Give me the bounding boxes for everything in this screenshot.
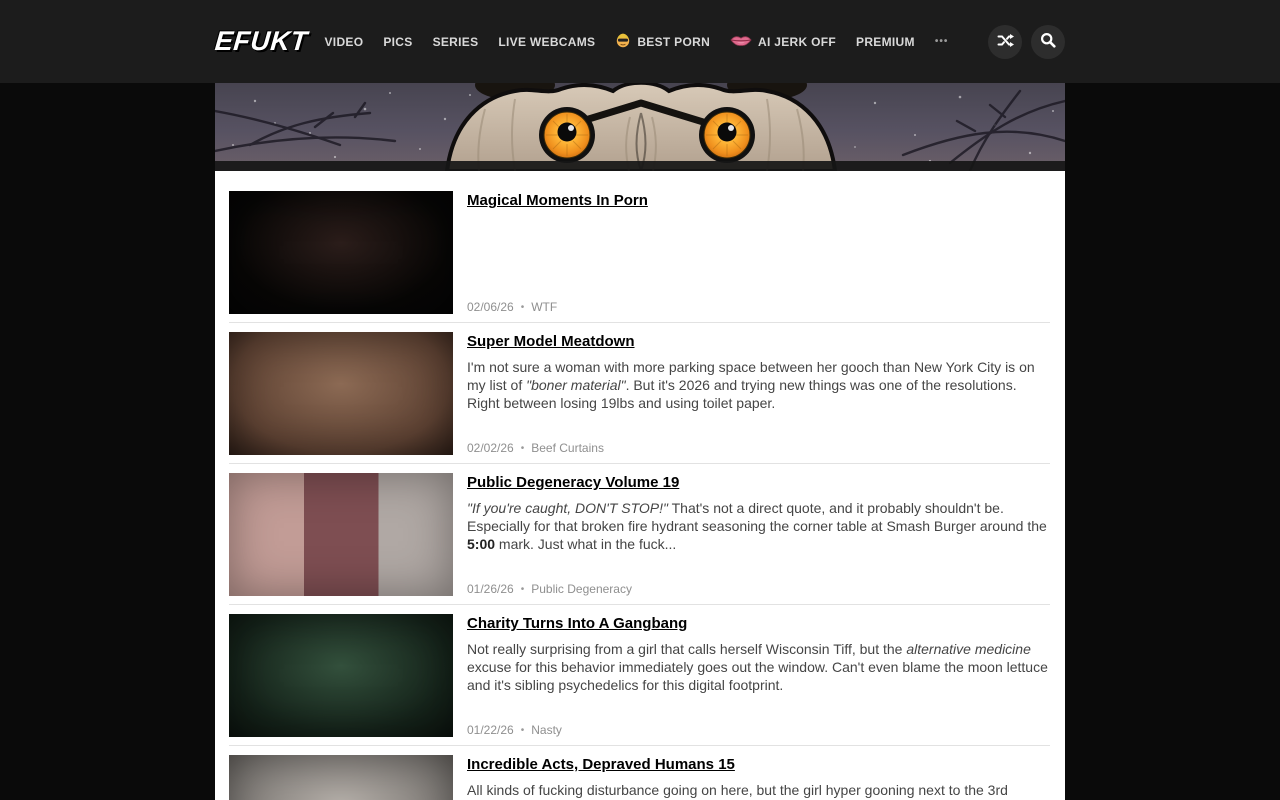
video-meta: 02/02/26 • Beef Curtains [467, 441, 1048, 455]
nav-item-premium[interactable]: PREMIUM [856, 35, 915, 49]
video-row: Incredible Acts, Depraved Humans 15 All … [229, 755, 1050, 800]
video-description: "If you're caught, DON'T STOP!" That's n… [467, 499, 1048, 553]
video-meta: 02/06/26 • WTF [467, 300, 1048, 314]
shuffle-icon [997, 33, 1014, 51]
video-thumbnail[interactable] [229, 473, 453, 596]
video-thumbnail[interactable] [229, 614, 453, 737]
video-title[interactable]: Public Degeneracy Volume 19 [467, 474, 679, 491]
search-button[interactable] [1031, 25, 1065, 59]
video-title[interactable]: Charity Turns Into A Gangbang [467, 615, 687, 632]
main-nav: VIDEO PICS SERIES LIVE WEBCAMS BEST PORN [325, 32, 989, 51]
nav-item-ai-jerk-off[interactable]: AI JERK OFF [730, 33, 836, 50]
meta-separator: • [521, 302, 525, 313]
face-sunglasses-icon [615, 32, 631, 51]
video-thumbnail[interactable] [229, 191, 453, 314]
video-thumbnail[interactable] [229, 332, 453, 455]
video-category[interactable]: Beef Curtains [531, 441, 604, 455]
video-category[interactable]: WTF [531, 300, 557, 314]
site-header: EFUKT VIDEO PICS SERIES LIVE WEBCAMS BES… [0, 0, 1280, 83]
nav-item-best-porn[interactable]: BEST PORN [615, 32, 710, 51]
search-icon [1040, 32, 1056, 51]
video-title[interactable]: Super Model Meatdown [467, 333, 635, 350]
nav-more-menu[interactable]: ••• [935, 36, 949, 47]
video-list: Magical Moments In Porn 02/06/26 • WTF S… [215, 171, 1065, 800]
video-row: Super Model Meatdown I'm not sure a woma… [229, 332, 1050, 464]
video-date: 01/26/26 [467, 582, 514, 596]
video-title[interactable]: Incredible Acts, Depraved Humans 15 [467, 756, 735, 773]
nav-item-series[interactable]: SERIES [433, 35, 479, 49]
meta-separator: • [521, 443, 525, 454]
video-row: Magical Moments In Porn 02/06/26 • WTF [229, 191, 1050, 323]
video-description: I'm not sure a woman with more parking s… [467, 358, 1048, 412]
video-meta: 01/26/26 • Public Degeneracy [467, 582, 1048, 596]
nav-item-live-webcams[interactable]: LIVE WEBCAMS [498, 35, 595, 49]
video-info: Public Degeneracy Volume 19 "If you're c… [467, 473, 1050, 596]
video-row: Public Degeneracy Volume 19 "If you're c… [229, 473, 1050, 605]
video-category[interactable]: Public Degeneracy [531, 582, 632, 596]
video-info: Magical Moments In Porn 02/06/26 • WTF [467, 191, 1050, 314]
video-meta: 01/22/26 • Nasty [467, 723, 1048, 737]
video-info: Charity Turns Into A Gangbang Not really… [467, 614, 1050, 737]
video-thumbnail[interactable] [229, 755, 453, 800]
video-info: Super Model Meatdown I'm not sure a woma… [467, 332, 1050, 455]
video-date: 02/06/26 [467, 300, 514, 314]
meta-separator: • [521, 725, 525, 736]
video-description: All kinds of fucking disturbance going o… [467, 781, 1048, 800]
video-row: Charity Turns Into A Gangbang Not really… [229, 614, 1050, 746]
video-info: Incredible Acts, Depraved Humans 15 All … [467, 755, 1050, 800]
video-title[interactable]: Magical Moments In Porn [467, 192, 648, 209]
video-date: 01/22/26 [467, 723, 514, 737]
nav-item-video[interactable]: VIDEO [325, 35, 364, 49]
site-logo[interactable]: EFUKT [214, 26, 309, 57]
meta-separator: • [521, 584, 525, 595]
header-actions [988, 25, 1065, 59]
video-description: Not really surprising from a girl that c… [467, 640, 1048, 694]
lips-icon [730, 33, 752, 50]
banner-artwork [215, 83, 1065, 171]
video-category[interactable]: Nasty [531, 723, 562, 737]
shuffle-button[interactable] [988, 25, 1022, 59]
video-date: 02/02/26 [467, 441, 514, 455]
nav-item-pics[interactable]: PICS [383, 35, 412, 49]
